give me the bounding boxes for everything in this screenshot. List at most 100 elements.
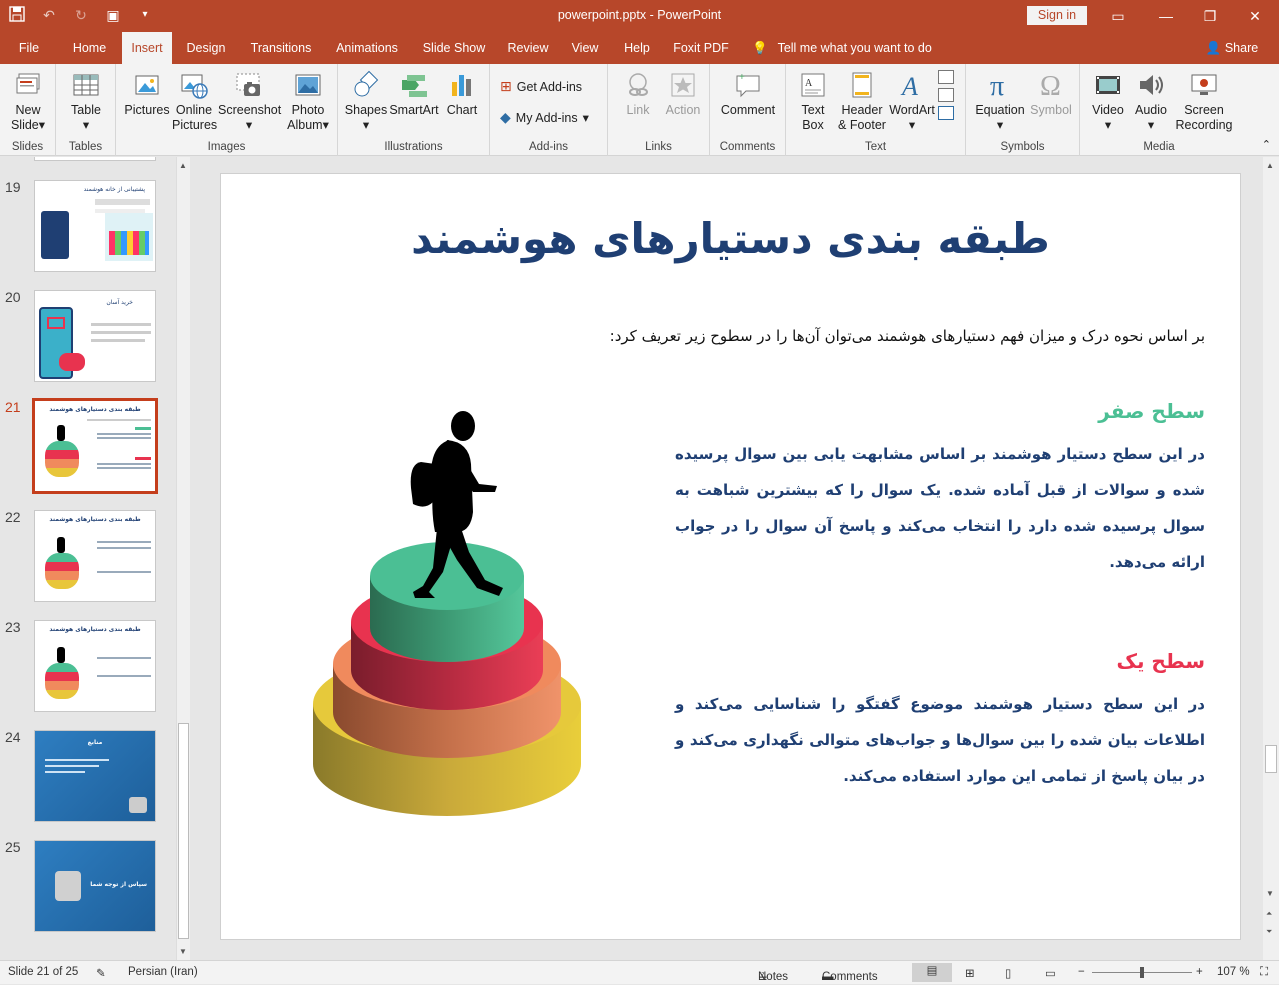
thumbnail-row-19[interactable]: 19 پشتیبانی از خانه هوشمند: [0, 179, 176, 279]
scrollbar-thumb[interactable]: [178, 723, 189, 939]
date-time-icon[interactable]: [938, 70, 954, 84]
slide-thumbnail[interactable]: پشتیبانی از خانه هوشمند: [34, 180, 156, 272]
svg-text:A: A: [900, 72, 918, 100]
notes-label: Notes: [758, 971, 789, 983]
comment-label: Comment: [720, 103, 776, 117]
slide-show-icon[interactable]: ▭: [1045, 966, 1056, 980]
link-button[interactable]: Link: [618, 70, 658, 118]
header-footer-label-1: Header: [841, 103, 883, 117]
thumbnail-row-24[interactable]: 24 منابع: [0, 729, 176, 829]
online-pictures-button[interactable]: Online Pictures: [172, 70, 218, 133]
zoom-in-icon[interactable]: +: [1196, 966, 1203, 978]
tab-transitions[interactable]: Transitions: [244, 32, 318, 64]
minimize-icon[interactable]: —: [1154, 4, 1178, 28]
audio-button[interactable]: Audio ▾: [1130, 70, 1172, 133]
my-addins-label: My Add-ins: [515, 110, 578, 125]
ribbon-display-options-icon[interactable]: ▭: [1106, 4, 1130, 28]
scroll-down-icon[interactable]: ▼: [179, 947, 187, 956]
tab-design[interactable]: Design: [178, 32, 234, 64]
equation-button[interactable]: π Equation ▾: [972, 70, 1028, 133]
thumbnail-row-25[interactable]: 25 سپاس از توجه شما: [0, 839, 176, 939]
next-slide-icon[interactable]: ⏷: [1266, 927, 1272, 937]
photo-album-button[interactable]: Photo Album▾: [282, 70, 334, 133]
collapse-ribbon-icon[interactable]: ⌃: [1262, 138, 1271, 151]
slide-thumbnail[interactable]: طبقه بندی دستیارهای هوشمند: [34, 510, 156, 602]
table-button[interactable]: Table ▾: [64, 70, 108, 133]
stacked-levels-illustration[interactable]: [309, 392, 589, 824]
previous-slide-icon[interactable]: ⏶: [1266, 909, 1272, 919]
zoom-slider-thumb[interactable]: [1140, 967, 1144, 978]
scroll-up-icon[interactable]: ▲: [1266, 161, 1274, 170]
tell-me-search[interactable]: 💡 Tell me what you want to do: [752, 32, 952, 64]
tab-foxit-pdf[interactable]: Foxit PDF: [668, 32, 734, 64]
slide-thumbnail[interactable]: خرید آسان: [34, 290, 156, 382]
spell-check-icon[interactable]: ✎: [96, 966, 106, 980]
slide-thumbnail-selected[interactable]: طبقه بندی دستیارهای هوشمند: [32, 398, 158, 494]
language-indicator[interactable]: Persian (Iran): [128, 966, 198, 978]
text-box-button[interactable]: A Text Box: [792, 70, 834, 133]
thumbnail-row-22[interactable]: 22 طبقه بندی دستیارهای هوشمند: [0, 509, 176, 609]
reading-view-icon[interactable]: ▯: [1005, 966, 1011, 980]
slide-title[interactable]: طبقه بندی دستیارهای هوشمند: [221, 214, 1240, 263]
comment-button[interactable]: + Comment: [716, 70, 780, 118]
tab-slide-show[interactable]: Slide Show: [416, 32, 492, 64]
slide-thumbnail[interactable]: سپاس از توجه شما: [34, 840, 156, 932]
tab-view[interactable]: View: [564, 32, 606, 64]
scroll-up-icon[interactable]: ▲: [179, 161, 187, 170]
thumbnail-row-23[interactable]: 23 طبقه بندی دستیارهای هوشمند: [0, 619, 176, 719]
tab-insert[interactable]: Insert: [122, 32, 172, 64]
photo-album-icon: [295, 74, 321, 96]
scrollbar-thumb[interactable]: [1265, 745, 1277, 773]
video-button[interactable]: Video ▾: [1086, 70, 1130, 133]
header-footer-button[interactable]: Header & Footer: [836, 70, 888, 133]
symbol-button[interactable]: Ω Symbol: [1026, 70, 1076, 118]
tab-file[interactable]: File: [10, 32, 48, 64]
tab-home[interactable]: Home: [62, 32, 117, 64]
slide-thumbnail[interactable]: منابع: [34, 730, 156, 822]
chart-button[interactable]: Chart: [440, 70, 484, 118]
slide-scrollbar[interactable]: ▲ ▼ ⏶ ⏷: [1263, 157, 1279, 960]
level-zero-title[interactable]: سطح صفر: [1098, 399, 1205, 423]
tab-animations[interactable]: Animations: [328, 32, 406, 64]
slide-intro-text[interactable]: بر اساس نحوه درک و میزان فهم دستیارهای ه…: [505, 327, 1205, 345]
zoom-out-icon[interactable]: −: [1078, 966, 1085, 978]
scroll-down-icon[interactable]: ▼: [1266, 889, 1274, 898]
object-icon[interactable]: [938, 106, 954, 120]
get-addins-button[interactable]: ⊞ Get Add-ins: [500, 78, 582, 95]
tab-review[interactable]: Review: [502, 32, 554, 64]
slide-number-icon[interactable]: [938, 88, 954, 102]
table-icon: [73, 74, 99, 96]
text-box-label-1: Text: [801, 103, 825, 117]
shapes-button[interactable]: Shapes ▾: [344, 70, 388, 133]
thumbnails-scrollbar[interactable]: ▲ ▼: [176, 157, 190, 960]
thumbnail-row-20[interactable]: 20 خرید آسان: [0, 289, 176, 389]
slide-thumbnail[interactable]: طبقه بندی دستیارهای هوشمند: [34, 620, 156, 712]
thumbnail-number: 19: [5, 179, 21, 195]
slide-canvas[interactable]: طبقه بندی دستیارهای هوشمند بر اساس نحوه …: [220, 173, 1241, 940]
online-pictures-label-2: Pictures: [172, 118, 218, 132]
slide-sorter-icon[interactable]: ⊞: [965, 966, 975, 980]
thumbnail-microphone-illustration: [129, 797, 147, 813]
screenshot-button[interactable]: Screenshot ▾: [218, 70, 281, 133]
wordart-button[interactable]: A WordArt ▾: [888, 70, 936, 133]
close-icon[interactable]: ✕: [1243, 4, 1267, 28]
new-slide-button[interactable]: New Slide▾: [4, 70, 52, 133]
tab-help[interactable]: Help: [616, 32, 658, 64]
level-one-body[interactable]: در این سطح دستیار هوشمند موضوع گفتگو را …: [675, 686, 1205, 794]
thumbnail-row-21[interactable]: 21 طبقه بندی دستیارهای هوشمند: [0, 398, 176, 499]
pictures-button[interactable]: Pictures: [122, 70, 172, 118]
slide-thumbnails-pane[interactable]: 19 پشتیبانی از خانه هوشمند 20 خرید آسان …: [0, 157, 176, 960]
chart-icon: [452, 75, 471, 96]
sign-in-button[interactable]: Sign in: [1027, 6, 1087, 25]
share-button[interactable]: 👤 Share: [1204, 32, 1260, 64]
level-one-title[interactable]: سطح یک: [1116, 649, 1205, 673]
action-button[interactable]: Action: [660, 70, 706, 118]
restore-icon[interactable]: ❐: [1198, 4, 1222, 28]
smartart-button[interactable]: SmartArt: [388, 70, 440, 118]
zoom-level[interactable]: 107 %: [1217, 966, 1250, 978]
fit-slide-icon[interactable]: ⛶: [1260, 966, 1268, 979]
my-addins-button[interactable]: ◆ My Add-ins ▾: [500, 109, 589, 126]
screen-recording-button[interactable]: Screen Recording: [1174, 70, 1234, 133]
level-zero-body[interactable]: در این سطح دستیار هوشمند بر اساس مشابهت …: [675, 436, 1205, 580]
normal-view-icon[interactable]: ▤: [912, 963, 952, 982]
